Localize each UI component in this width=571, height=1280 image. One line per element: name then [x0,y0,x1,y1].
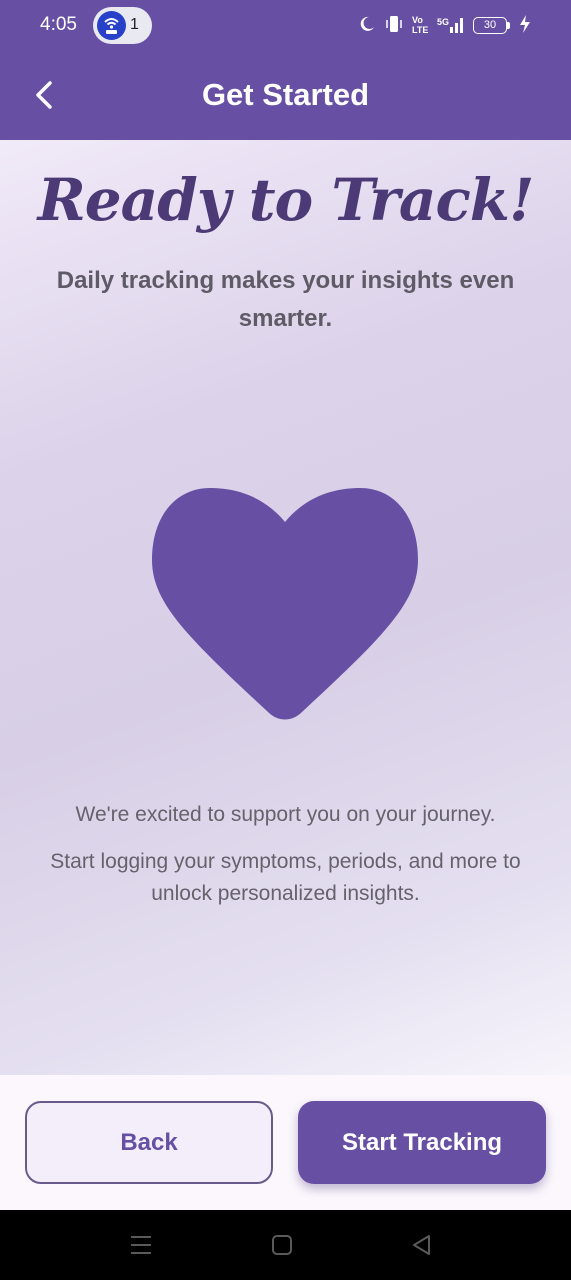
logging-message: Start logging your symptoms, periods, an… [50,850,521,905]
vibrate-icon [385,14,403,37]
support-message: We're excited to support you on your jou… [75,803,496,826]
notification-pill[interactable]: 1 [93,7,152,44]
notification-count: 1 [130,16,139,33]
volte-label: Vo LTE [412,15,429,35]
start-tracking-button[interactable]: Start Tracking [298,1101,546,1184]
menu-icon[interactable] [128,1232,154,1258]
signal-icon: 5G [437,17,464,33]
triangle-back-icon[interactable] [409,1232,435,1258]
home-icon[interactable] [269,1232,295,1258]
battery-icon: 30 [473,16,511,34]
action-bar: Back Start Tracking [0,1075,571,1210]
hotspot-icon [97,11,126,40]
status-bar: 4:05 1 Vo LTE 5G 30 [0,0,571,50]
status-icons: Vo LTE 5G 30 [358,12,531,38]
back-arrow-icon[interactable] [26,76,64,114]
system-nav-bar [0,1210,571,1280]
moon-icon [358,15,376,36]
battery-tip [507,21,511,29]
main-content: Ready to Track! Daily tracking makes you… [0,140,571,1075]
app-bar: Get Started [0,50,571,140]
back-button[interactable]: Back [25,1101,273,1184]
headline: Ready to Track! [37,166,535,234]
page-title: Get Started [201,77,370,112]
subtitle: Daily tracking makes your insights even … [56,267,515,332]
battery-level: 30 [473,16,508,34]
heart-icon [152,488,418,724]
charging-icon [519,14,531,36]
signal-label: 5G [437,17,450,27]
status-time: 4:05 [40,14,77,35]
